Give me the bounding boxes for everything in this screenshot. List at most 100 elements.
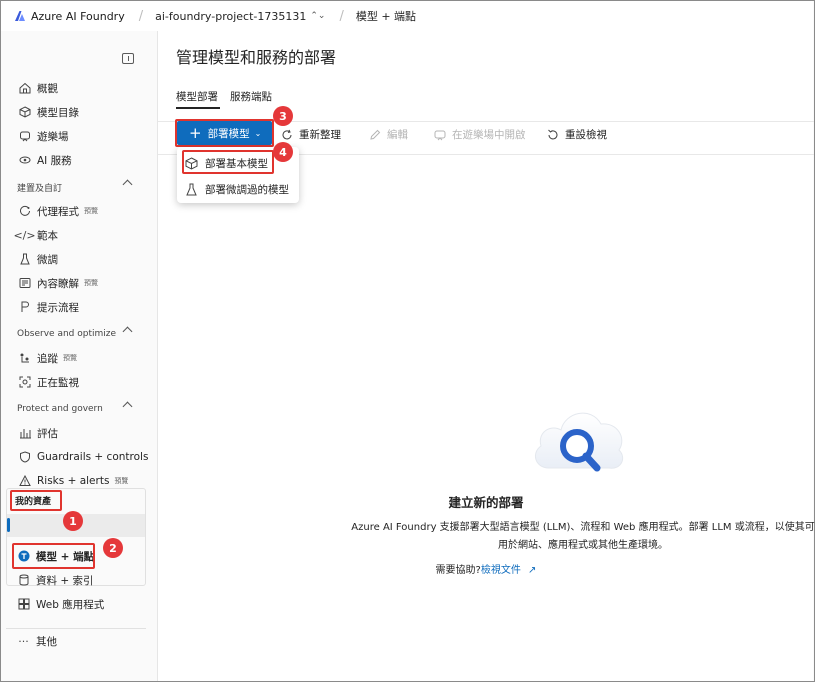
cube-catalog-icon — [18, 106, 31, 119]
sidebar-item-monitoring[interactable]: 正在監視 — [1, 371, 155, 393]
callout-badge-2: 2 — [103, 538, 123, 558]
breadcrumb-project[interactable]: ai-foundry-project-1735131 — [155, 10, 306, 23]
empty-state-description: Azure AI Foundry 支援部署大型語言模型 (LLM)、流程和 We… — [351, 522, 815, 551]
code-icon: </> — [13, 228, 36, 242]
empty-state-help: 需要協助?檢視文件 ↗ — [158, 561, 814, 576]
section-label: 建置及自訂 — [17, 183, 63, 194]
sidebar-item-guardrails[interactable]: Guardrails + controls — [1, 446, 155, 468]
edit-label: 編輯 — [387, 129, 408, 141]
sidebar-item-agents[interactable]: 代理程式 預覽 — [1, 200, 155, 222]
database-icon — [17, 574, 30, 587]
sidebar-item-label: 資料 + 索引 — [36, 574, 94, 587]
breadcrumb-separator: / — [339, 8, 344, 24]
ai-services-icon — [18, 154, 31, 167]
refresh-label: 重新整理 — [299, 129, 341, 141]
more-dots-icon: ··· — [18, 634, 29, 648]
sidebar-item-model-catalog[interactable]: 模型目錄 — [1, 101, 155, 123]
sidebar-item-label: 評估 — [37, 427, 58, 440]
azure-ai-foundry-logo-icon — [15, 11, 25, 21]
menu-item-label: 部署微調過的模型 — [205, 183, 289, 196]
empty-state-title: 建立新的部署 — [448, 495, 524, 510]
sidebar-item-more[interactable]: ··· 其他 — [1, 630, 155, 652]
fine-tune-icon — [18, 253, 31, 266]
refresh-button[interactable]: 重新整理 — [281, 127, 341, 142]
sidebar-item-label: 微調 — [37, 253, 58, 266]
chevron-up-icon — [122, 179, 133, 190]
home-icon — [18, 82, 31, 95]
sidebar-item-templates[interactable]: </> 範本 — [1, 224, 155, 246]
refresh-icon — [281, 129, 293, 141]
sidebar-item-label: 範本 — [37, 229, 58, 242]
sidebar-item-label: 提示流程 — [37, 301, 79, 314]
sidebar-item-evaluation[interactable]: 評估 — [1, 422, 155, 444]
tab-service-endpoints[interactable]: 服務端點 — [230, 89, 272, 104]
sidebar-item-label: Web 應用程式 — [36, 598, 105, 611]
brand-name: Azure AI Foundry — [31, 9, 125, 23]
agent-icon — [18, 205, 31, 218]
sidebar-item-label: 模型目錄 — [37, 106, 79, 119]
preview-badge: 預覽 — [84, 279, 98, 287]
section-build-customize[interactable]: 建置及自訂 — [1, 177, 155, 197]
highlight-box-models-endpoints — [12, 543, 95, 569]
tab-selected-underline — [176, 107, 220, 109]
top-bar: Azure AI Foundry / ai-foundry-project-17… — [1, 1, 813, 31]
sidebar-item-prompt-flow[interactable]: 提示流程 — [1, 296, 155, 318]
preview-badge: 預覽 — [84, 207, 98, 215]
monitoring-icon — [18, 376, 31, 389]
sidebar-item-overview[interactable]: 概觀 — [1, 77, 155, 99]
section-protect-govern[interactable]: Protect and govern — [1, 399, 155, 419]
section-label: Protect and govern — [17, 404, 103, 414]
preview-badge: 預覽 — [114, 477, 129, 485]
reset-view-button[interactable]: 重設檢視 — [547, 127, 607, 142]
page-title: 管理模型和服務的部署 — [176, 48, 337, 67]
content-understanding-icon — [18, 277, 31, 290]
sidebar-item-fine-tuning[interactable]: 微調 — [1, 248, 155, 270]
view-docs-link[interactable]: 檢視文件 — [481, 565, 521, 576]
sidebar-item-playground[interactable]: 遊樂場 — [1, 125, 155, 147]
reset-icon — [547, 129, 559, 141]
chevron-up-icon — [122, 326, 133, 337]
sidebar-item-label: Guardrails + controls — [37, 451, 149, 463]
sidebar-item-data-indexes[interactable]: 資料 + 索引 — [1, 569, 155, 591]
menu-item-deploy-fine-tuned-model[interactable]: 部署微調過的模型 — [177, 177, 299, 201]
sidebar-item-label: 概觀 — [37, 82, 58, 95]
preview-badge: 預覽 — [63, 354, 77, 362]
chevron-up-icon — [122, 401, 133, 412]
chevron-updown-icon[interactable]: ⌃⌄ — [310, 11, 325, 21]
sidebar-item-label: 追蹤 — [37, 352, 58, 365]
sidebar-item-label: 遊樂場 — [37, 130, 69, 143]
sidebar-item-label: 其他 — [36, 635, 57, 648]
sidebar-item-ai-services[interactable]: AI 服務 — [1, 149, 155, 171]
sidebar-item-tracing[interactable]: 追蹤 預覽 — [1, 347, 155, 369]
active-indicator — [7, 518, 10, 532]
sidebar-item-label: 正在監視 — [37, 376, 79, 389]
callout-badge-4: 4 — [273, 142, 293, 162]
shield-icon — [18, 451, 31, 464]
breadcrumb-separator: / — [138, 8, 144, 24]
external-link-icon[interactable]: ↗ — [528, 565, 536, 576]
reset-view-label: 重設檢視 — [565, 129, 607, 141]
sidebar-item-label: Risks + alerts — [37, 475, 110, 487]
section-observe-optimize[interactable]: Observe and optimize — [1, 324, 155, 344]
playground-icon — [18, 130, 31, 143]
sidebar-item-label: AI 服務 — [37, 154, 72, 167]
breadcrumb-page[interactable]: 模型 + 端點 — [356, 8, 416, 24]
collapse-sidebar-icon[interactable] — [122, 53, 134, 64]
tab-model-deployments[interactable]: 模型部署 — [176, 89, 218, 104]
edit-button[interactable]: 編輯 — [369, 127, 408, 142]
main-panel: 管理模型和服務的部署 模型部署 服務端點 + 部署模型 ⌄ 重新整理 編輯 在遊… — [157, 31, 815, 681]
section-label: Observe and optimize — [17, 329, 117, 339]
sidebar-item-label: 內容瞭解 — [37, 277, 79, 290]
tracing-icon — [18, 352, 31, 365]
open-in-playground-label: 在遊樂場中開啟 — [452, 129, 526, 141]
open-in-playground-button[interactable]: 在遊樂場中開啟 — [434, 127, 526, 142]
brand[interactable]: Azure AI Foundry — [14, 10, 125, 23]
help-prefix: 需要協助? — [435, 565, 481, 576]
sidebar-item-web-apps[interactable]: Web 應用程式 — [1, 593, 155, 615]
callout-badge-3: 3 — [273, 106, 293, 126]
sidebar-divider — [6, 628, 146, 629]
prompt-flow-icon — [18, 301, 31, 314]
edit-pencil-icon — [369, 129, 381, 141]
sidebar-item-content-understanding[interactable]: 內容瞭解 預覽 — [1, 272, 155, 294]
sidebar-item-label: 代理程式 — [37, 205, 79, 218]
